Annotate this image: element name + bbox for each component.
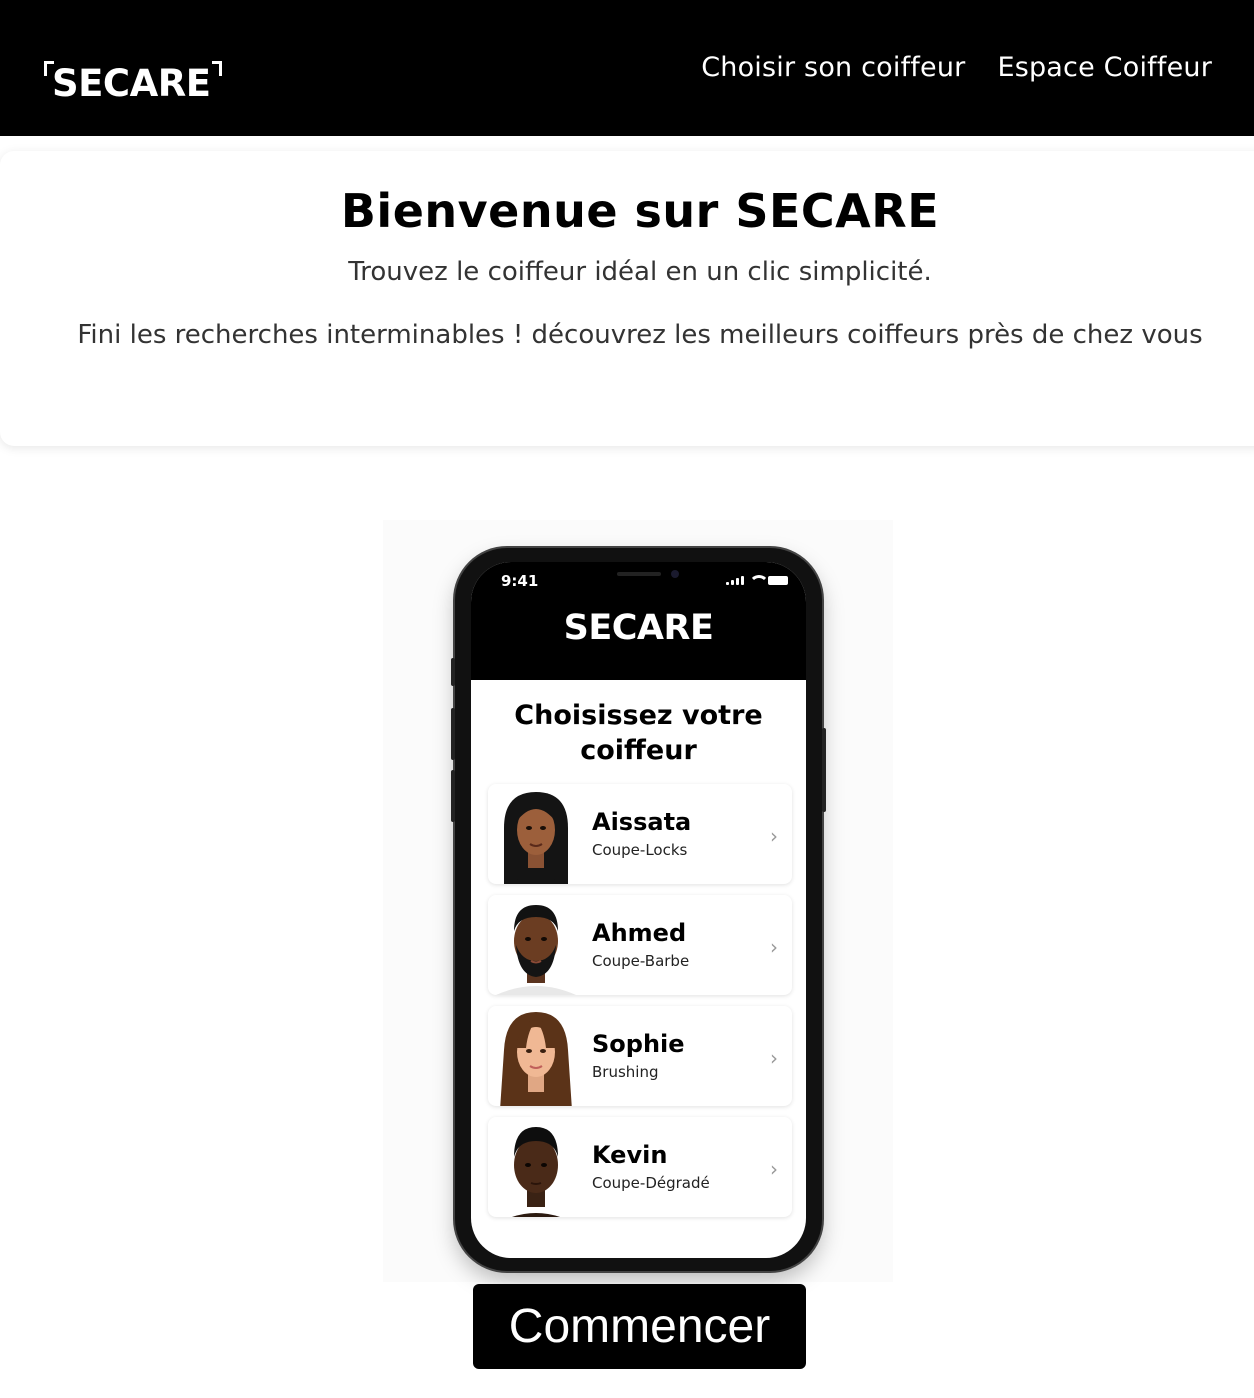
avatar-woman-long-dark-hair	[504, 792, 568, 884]
hairdresser-service: Coupe-Barbe	[592, 952, 690, 970]
top-navbar: SECARE Choisir son coiffeur Espace Coiff…	[0, 0, 1254, 136]
avatar-woman-long-brown-hair	[500, 1012, 572, 1106]
status-time: 9:41	[501, 572, 539, 590]
avatar-man-beard	[496, 905, 576, 995]
hairdresser-card[interactable]: Aissata Coupe-Locks ›	[488, 784, 792, 884]
phone-power-button	[822, 728, 826, 812]
hairdresser-service: Coupe-Dégradé	[592, 1174, 710, 1192]
phone-silent-switch	[451, 658, 455, 686]
page-title-prefix: Bienvenue sur	[340, 184, 736, 238]
chevron-right-icon: ›	[770, 1157, 778, 1181]
wifi-icon	[749, 575, 769, 585]
hairdresser-name: Kevin	[592, 1141, 668, 1169]
phone-mockup-image: 9:41 SECARE Choisissez votre coiffeur Ai…	[383, 520, 893, 1282]
chevron-right-icon: ›	[770, 824, 778, 848]
main-nav: Choisir son coiffeur Espace Coiffeur	[701, 50, 1212, 86]
logo-bracket-right	[212, 61, 222, 76]
chevron-right-icon: ›	[770, 935, 778, 959]
nav-link-espace-coiffeur[interactable]: Espace Coiffeur	[997, 50, 1212, 86]
hairdresser-name: Aissata	[592, 808, 692, 836]
phone-notch	[553, 562, 725, 590]
phone-volume-up	[451, 708, 455, 760]
camera-icon	[671, 570, 679, 578]
chevron-right-icon: ›	[770, 1046, 778, 1070]
brand-name: SECARE	[52, 62, 211, 105]
phone-frame: 9:41 SECARE Choisissez votre coiffeur Ai…	[451, 548, 826, 1271]
status-icons	[726, 575, 788, 585]
hairdresser-card[interactable]: Sophie Brushing ›	[488, 1006, 792, 1106]
brand-logo[interactable]: SECARE	[44, 61, 222, 105]
app-title: SECARE	[563, 608, 714, 648]
hero-subtitle: Trouvez le coiffeur idéal en un clic sim…	[348, 257, 932, 287]
phone-volume-down	[451, 770, 455, 822]
hairdresser-service: Brushing	[592, 1063, 659, 1081]
hairdresser-service: Coupe-Locks	[592, 841, 688, 859]
battery-icon	[768, 576, 788, 585]
welcome-card: Bienvenue sur SECARE Trouvez le coiffeur…	[0, 151, 1254, 446]
start-button[interactable]: Commencer	[473, 1284, 806, 1369]
avatar-man-short-hair	[512, 1127, 560, 1217]
phone-screen: 9:41 SECARE Choisissez votre coiffeur Ai…	[471, 562, 806, 1258]
notch-speaker	[617, 572, 661, 576]
page-title-brand: SECARE	[735, 184, 940, 238]
page-title: Bienvenue sur SECARE	[0, 183, 1254, 239]
hero-tagline: Fini les recherches interminables ! déco…	[77, 320, 1203, 350]
hairdresser-name: Sophie	[592, 1030, 685, 1058]
list-heading: Choisissez votre coiffeur	[514, 700, 763, 766]
app-header: 9:41 SECARE	[471, 562, 806, 680]
hairdresser-card[interactable]: Ahmed Coupe-Barbe ›	[488, 895, 792, 995]
hairdresser-name: Ahmed	[592, 919, 687, 947]
hairdresser-card[interactable]: Kevin Coupe-Dégradé ›	[488, 1117, 792, 1217]
signal-icon	[726, 576, 744, 585]
nav-link-choisir-coiffeur[interactable]: Choisir son coiffeur	[701, 50, 965, 86]
